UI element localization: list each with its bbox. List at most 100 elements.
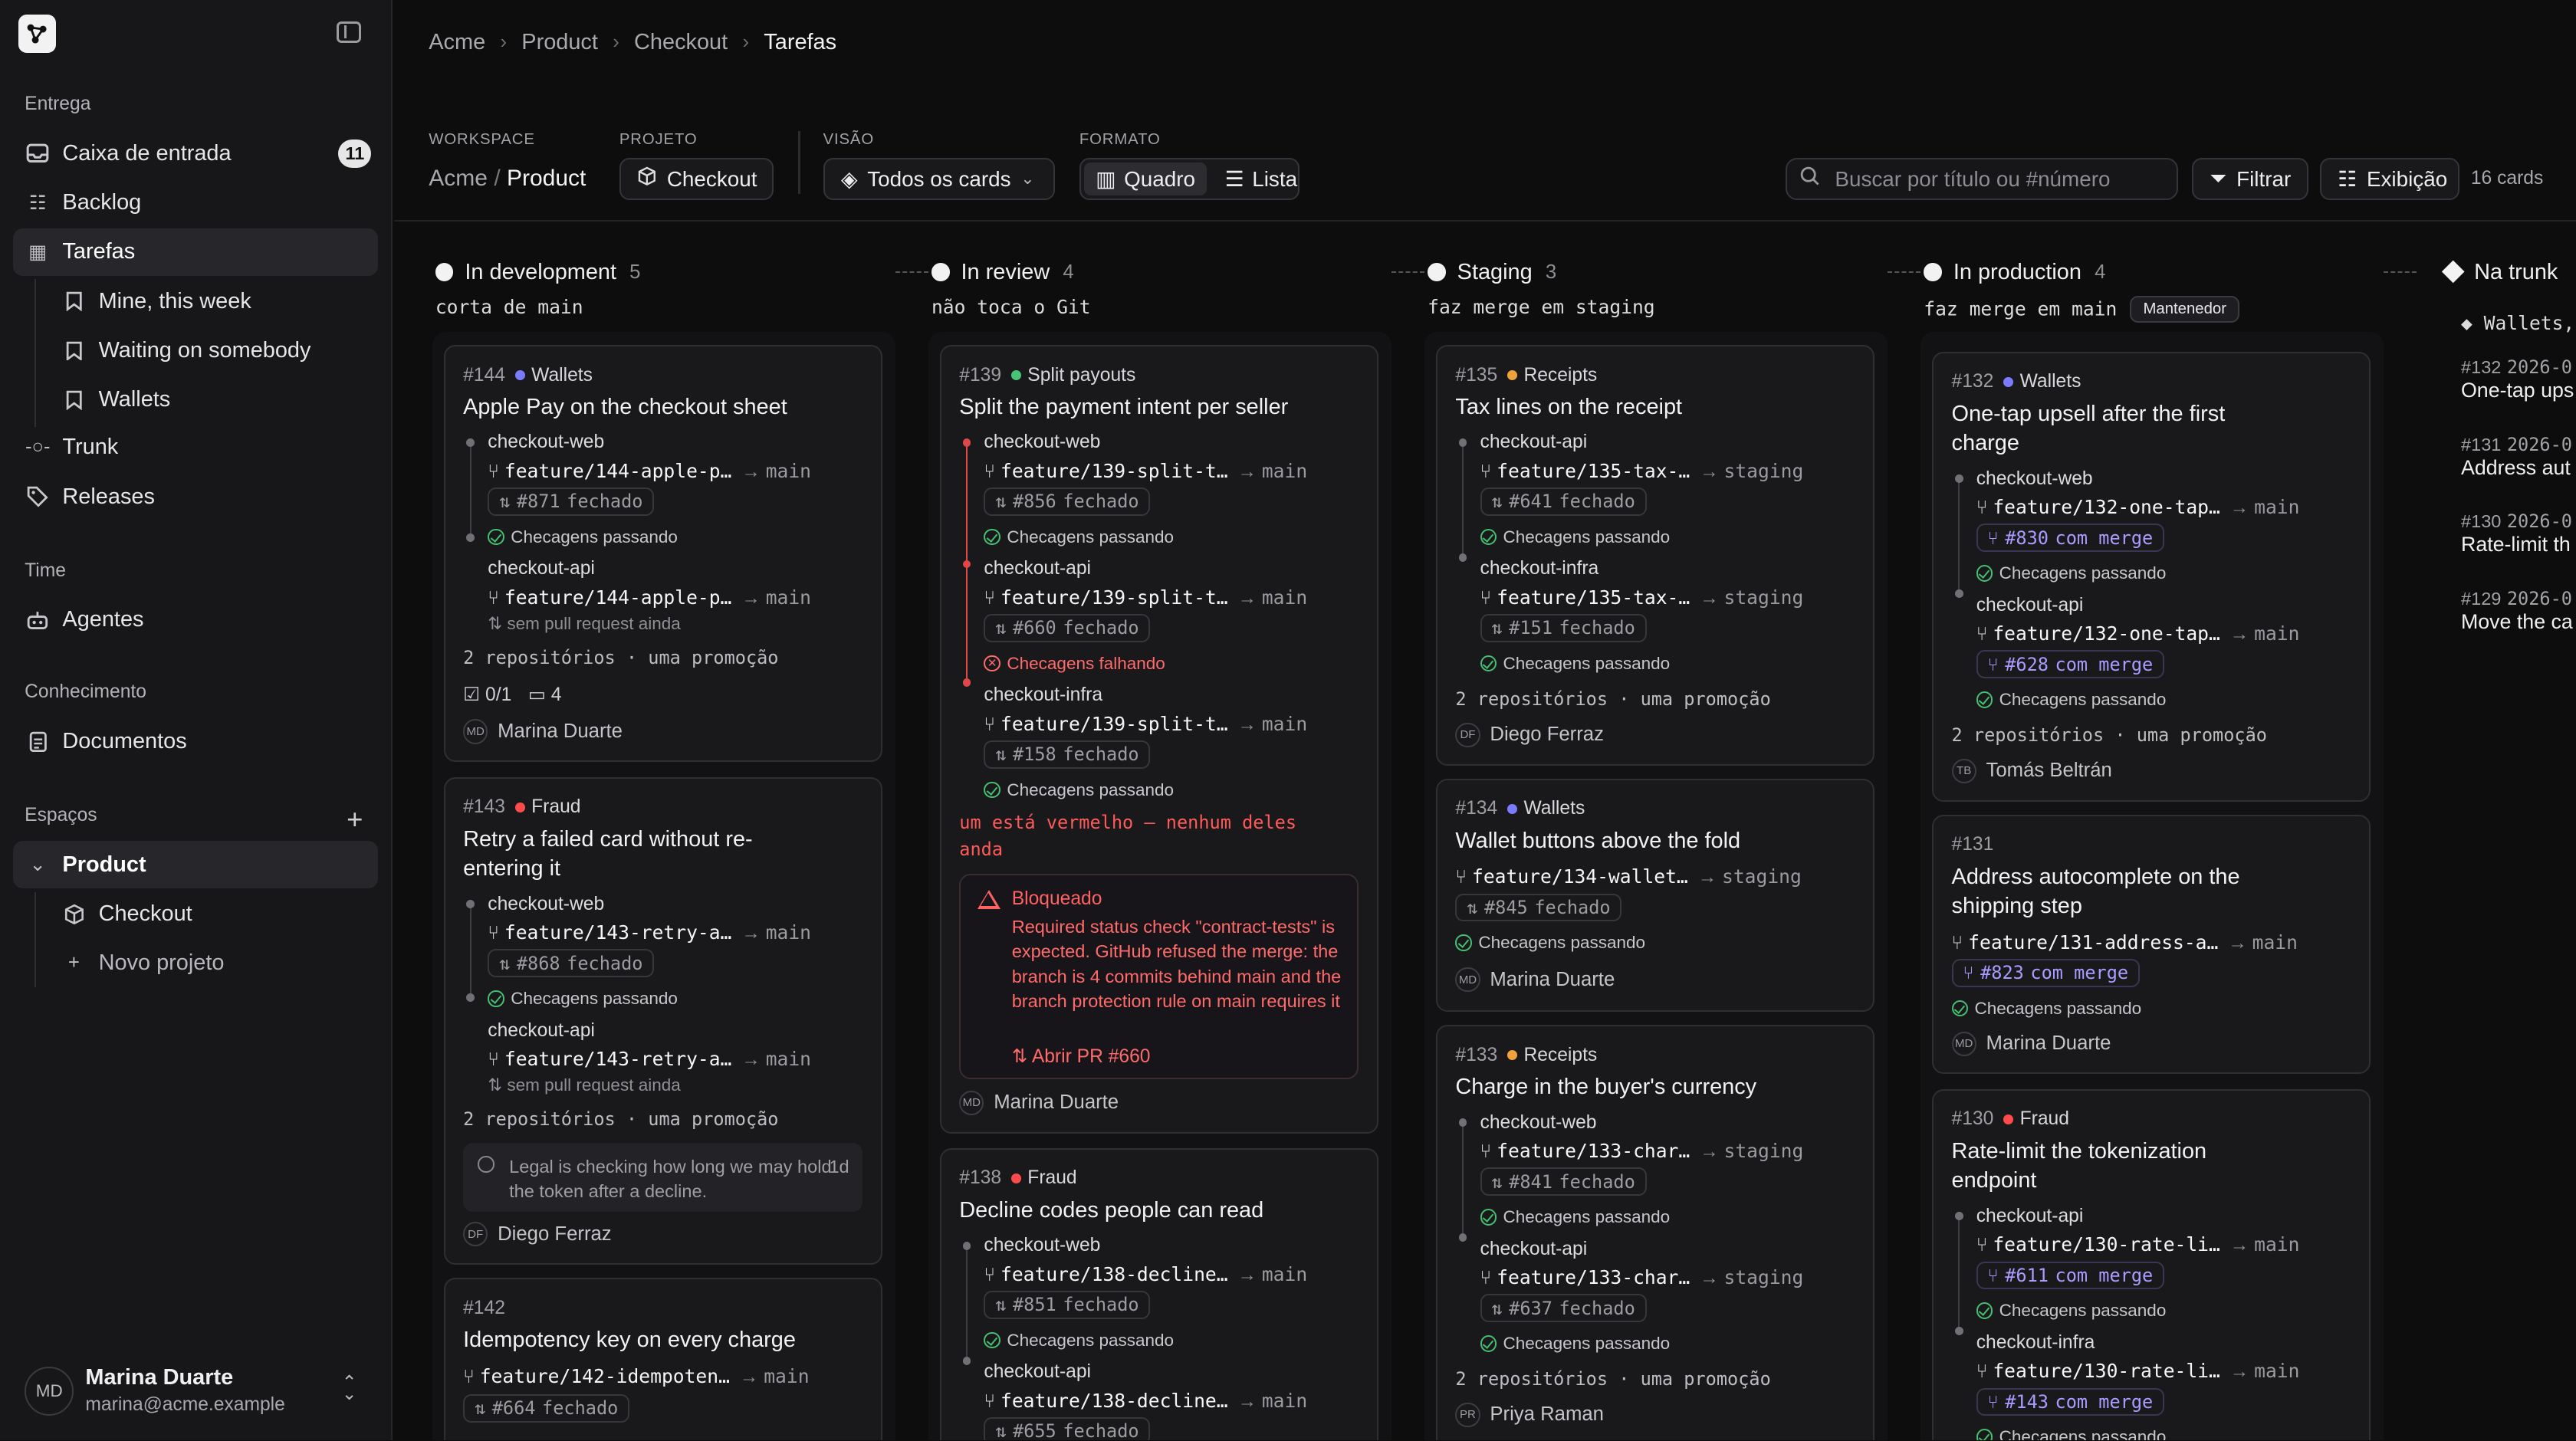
column-header[interactable]: In development 5 <box>435 260 640 285</box>
card-138[interactable]: #138 Fraud Decline codes people can read … <box>939 1147 1378 1441</box>
pr-badge[interactable]: ⇅ #637 fechado <box>1480 1294 1647 1322</box>
column-header[interactable]: In production 4 <box>1924 260 2105 285</box>
no-pr-label: sem pull request ainda <box>507 1075 681 1095</box>
pr-badge-merged[interactable]: ⑂ #628 com merge <box>1976 650 2165 678</box>
sidebar-item-agentes[interactable]: Agentes <box>13 596 378 644</box>
sidebar-view-mine[interactable]: Mine, this week <box>49 277 378 325</box>
sidebar-new-project[interactable]: + Novo projeto <box>49 940 378 987</box>
pr-badge[interactable]: ⇅ #151 fechado <box>1480 614 1647 642</box>
column-header[interactable]: In review 4 <box>931 260 1074 285</box>
card-title: Apple Pay on the checkout sheet <box>463 394 787 419</box>
checks-label: Checagens passando <box>1999 1300 2167 1320</box>
sidebar-item-tarefas[interactable]: ▦ Tarefas <box>13 228 378 276</box>
trunk-entry[interactable]: #130 2026-0 Rate-limit th <box>2461 509 2572 556</box>
column-header[interactable]: Staging 3 <box>1428 260 1556 285</box>
card-135[interactable]: #135 Receipts Tax lines on the receipt ch… <box>1435 344 1875 766</box>
sidebar-item-releases[interactable]: Releases <box>13 473 378 520</box>
column-header[interactable]: Na trunk <box>2441 260 2558 285</box>
pr-badge[interactable]: ⇅ #660 fechado <box>984 614 1151 642</box>
card-134[interactable]: #134 Wallets Wallet buttons above the fol… <box>1435 778 1875 1012</box>
pr-badge[interactable]: ⇅ #655 fechado <box>984 1417 1151 1441</box>
trunk-date: 2026-0 <box>2506 356 2572 378</box>
check-circle-icon <box>488 990 504 1007</box>
display-button-label: Exibição <box>2366 166 2448 191</box>
pr-badge[interactable]: ⇅ #856 fechado <box>984 487 1151 516</box>
sidebar-item-trunk[interactable]: -○- Trunk <box>13 424 378 471</box>
card-number: #131 <box>1951 834 1994 855</box>
pr-badge-merged[interactable]: ⑂ #823 com merge <box>1951 959 2140 987</box>
view-selector[interactable]: ◈ Todos os cards ⌄ <box>823 157 1055 201</box>
status-circle-icon <box>1428 263 1446 281</box>
pr-badge[interactable]: ⇅ #851 fechado <box>984 1291 1151 1319</box>
x-circle-icon: ✕ <box>984 655 1001 672</box>
card-owner: PR Priya Raman <box>1455 1402 1604 1427</box>
sidebar-item-label: Releases <box>62 484 155 509</box>
arrow: → <box>741 1049 761 1070</box>
branch-name: feature/135-tax-… <box>1497 586 1691 609</box>
arrow: → <box>2228 932 2247 954</box>
open-pr-link[interactable]: ⇅ Abrir PR #660 <box>1012 1045 1151 1068</box>
pr-badge[interactable]: ⇅ #845 fechado <box>1455 893 1622 921</box>
pr-badge[interactable]: ⇅ #158 fechado <box>984 740 1151 769</box>
no-pr-note: ⇅ sem pull request ainda <box>488 614 681 634</box>
format-list-button[interactable]: ☰ Lista <box>1217 162 1306 195</box>
pr-badge-merged[interactable]: ⑂ #611 com merge <box>1976 1261 2165 1289</box>
card-131[interactable]: #131 Address autocomplete on the shippin… <box>1931 814 2371 1075</box>
project-selector[interactable]: Checkout <box>619 157 774 201</box>
pr-state: com merge <box>2055 1390 2154 1413</box>
sidebar-item-label: Novo projeto <box>98 950 225 976</box>
pr-badge[interactable]: ⇅ #664 fechado <box>463 1394 630 1423</box>
branch-target: main <box>764 1364 810 1387</box>
sidebar-toggle-icon[interactable] <box>337 21 362 43</box>
sidebar-space-product[interactable]: ⌄ Product <box>13 841 378 889</box>
card-142[interactable]: #142 Idempotency key on every charge ⑂ f… <box>443 1278 882 1441</box>
sidebar-item-inbox[interactable]: Caixa de entrada 11 <box>13 130 378 177</box>
user-menu[interactable]: MD Marina Duarte marina@acme.example ⌃ ⌄ <box>13 1347 378 1432</box>
card-132[interactable]: #132 Wallets One-tap upsell after the fir… <box>1931 351 2371 802</box>
filter-button[interactable]: ⏷ Filtrar <box>2191 157 2308 201</box>
sidebar-project-checkout[interactable]: Checkout <box>49 890 378 937</box>
pr-badge[interactable]: ⇅ #871 fechado <box>488 487 655 516</box>
column-count: 4 <box>1063 261 1074 283</box>
card-143[interactable]: #143 Fraud Retry a failed card without re… <box>443 776 882 1265</box>
trunk-entry[interactable]: #129 2026-0 Move the ca <box>2461 586 2573 634</box>
breadcrumb-acme[interactable]: Acme <box>429 30 485 55</box>
sidebar-item-label: Product <box>62 852 146 877</box>
trunk-entry[interactable]: #132 2026-0 One-tap ups <box>2461 355 2574 402</box>
trunk-entry[interactable]: #131 2026-0 Address aut <box>2461 432 2572 480</box>
card-133[interactable]: #133 Receipts Charge in the buyer's curre… <box>1435 1025 1875 1441</box>
pr-badge[interactable]: ⇅ #868 fechado <box>488 949 655 977</box>
branch-row: ⑂ feature/139-split-t… → main <box>984 586 1307 609</box>
pr-icon: ⇅ <box>499 491 511 513</box>
sidebar-item-documentos[interactable]: Documentos <box>13 717 378 765</box>
card-139[interactable]: #139 Split payouts Split the payment inte… <box>939 344 1378 1134</box>
arrow: → <box>1700 1141 1719 1162</box>
sidebar-view-wallets[interactable]: Wallets <box>49 376 378 424</box>
format-board-button[interactable]: ▥ Quadro <box>1084 162 1208 195</box>
search-input[interactable] <box>1835 166 2164 192</box>
user-email: marina@acme.example <box>85 1394 285 1416</box>
card-144[interactable]: #144 Wallets Apple Pay on the checkout sh… <box>443 344 882 763</box>
group-label-entrega: Entrega <box>25 94 91 115</box>
pr-badge[interactable]: ⇅ #841 fechado <box>1480 1167 1647 1196</box>
breadcrumb-checkout[interactable]: Checkout <box>634 30 728 55</box>
pr-badge-merged[interactable]: ⑂ #143 com merge <box>1976 1387 2165 1416</box>
workspace-value[interactable]: Acme / Product <box>429 166 586 192</box>
pr-badge-merged[interactable]: ⑂ #830 com merge <box>1976 524 2165 552</box>
sidebar-view-waiting[interactable]: Waiting on somebody <box>49 327 378 374</box>
card-130[interactable]: #130 Fraud Rate-limit the tokenization en… <box>1931 1088 2371 1441</box>
app-logo[interactable] <box>18 15 56 53</box>
breadcrumb-product[interactable]: Product <box>521 30 598 55</box>
branch-target: main <box>765 1047 812 1070</box>
branch-name: feature/144-apple-p… <box>504 459 732 482</box>
sidebar-item-backlog[interactable]: ☷ Backlog <box>13 179 378 227</box>
branch-row: ⑂ feature/143-retry-a… → main <box>488 1048 811 1071</box>
card-owner: MD Marina Duarte <box>1951 1031 2111 1056</box>
chevron-right-icon: › <box>613 31 619 53</box>
check-circle-icon <box>488 528 504 546</box>
display-button[interactable]: ☷ Exibição <box>2319 157 2459 201</box>
timeline-node <box>466 900 475 908</box>
pr-badge[interactable]: ⇅ #641 fechado <box>1480 487 1647 516</box>
branch-icon: ⑂ <box>1480 461 1497 482</box>
add-space-icon[interactable]: + <box>347 803 363 835</box>
